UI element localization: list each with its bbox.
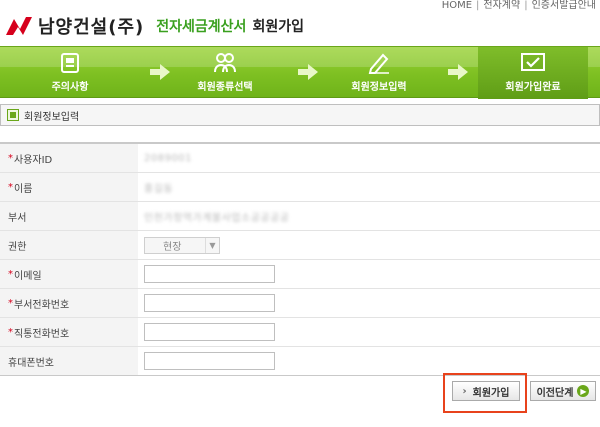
step-label: 회원가입완료 (505, 82, 561, 93)
required-mark: * (8, 181, 13, 193)
authority-value: 현장 (163, 241, 182, 253)
row-direct-phone: * 직통전화번호 (0, 318, 600, 347)
system-title: 전자세금계산서 (156, 19, 247, 35)
section-title-text: 회원정보입력 (24, 111, 80, 123)
notepad-icon (57, 51, 83, 75)
bullet-icon (7, 109, 19, 121)
arrow-icon (298, 64, 318, 80)
row-email: * 이메일 (0, 260, 600, 289)
authority-label: 권한 (0, 231, 138, 259)
step-complete: 회원가입완료 (478, 47, 588, 99)
arrow-icon (448, 64, 468, 80)
arrow-icon (150, 64, 170, 80)
previous-step-button[interactable]: 이전단계 ▶ (530, 381, 596, 401)
step-notice: 주의사항 (25, 51, 115, 93)
section-title: 회원정보입력 (0, 104, 600, 126)
chevron-down-icon: ▼ (205, 237, 219, 253)
step-member-info: 회원정보입력 (334, 51, 424, 93)
dept-phone-field[interactable] (144, 294, 275, 312)
row-authority: 권한 현장 ▼ (0, 231, 600, 260)
required-mark: * (8, 297, 13, 309)
required-mark: * (8, 268, 13, 280)
name-label: * 이름 (0, 173, 138, 201)
email-field[interactable] (144, 265, 275, 283)
logo-mark-icon (4, 15, 34, 37)
join-button-label: 회원가입 (472, 387, 510, 399)
required-mark: * (8, 152, 13, 164)
row-department: 부서 인천가정역가계불사업소공공공공 (0, 202, 600, 231)
row-mobile: 휴대폰번호 (0, 347, 600, 376)
previous-step-label: 이전단계 (536, 387, 574, 399)
mobile-field[interactable] (144, 352, 275, 370)
join-button[interactable]: › 회원가입 (452, 381, 520, 401)
users-icon (212, 51, 238, 75)
header: 남양건설(주) 전자세금계산서 회원가입 (0, 10, 600, 42)
row-name: * 이름 홍길동 (0, 173, 600, 202)
direct-phone-field[interactable] (144, 323, 275, 341)
step-label: 회원종류선택 (197, 82, 253, 93)
pencil-icon (366, 51, 392, 75)
company-logo: 남양건설(주) (4, 13, 144, 39)
step-member-type: 회원종류선택 (180, 51, 270, 93)
dept-phone-label: * 부서전화번호 (0, 289, 138, 317)
step-label: 주의사항 (51, 82, 89, 93)
authority-select: 현장 ▼ (144, 236, 220, 254)
progress-steps: 주의사항 회원종류선택 회원정보입력 회원가입완료 (0, 46, 600, 99)
direct-phone-label: * 직통전화번호 (0, 318, 138, 346)
department-value: 인천가정역가계불사업소공공공공 (144, 212, 290, 224)
row-user-id: * 사용자ID 2089001 (0, 144, 600, 173)
step-label: 회원정보입력 (351, 82, 407, 93)
member-form: * 사용자ID 2089001 * 이름 홍길동 부서 인천가정역가계불사업소공공공… (0, 142, 600, 376)
required-mark: * (8, 326, 13, 338)
company-name: 남양건설(주) (38, 17, 145, 38)
user-id-label: * 사용자ID (0, 144, 138, 172)
name-value: 홍길동 (144, 183, 174, 195)
user-id-value: 2089001 (144, 152, 193, 164)
mobile-label: 휴대폰번호 (0, 347, 138, 375)
page-title: 회원가입 (252, 19, 304, 35)
department-label: 부서 (0, 202, 138, 230)
email-label: * 이메일 (0, 260, 138, 288)
checkbox-icon (520, 51, 546, 75)
row-dept-phone: * 부서전화번호 (0, 289, 600, 318)
chevron-right-icon: › (462, 385, 467, 397)
arrow-right-icon: ▶ (577, 385, 590, 397)
